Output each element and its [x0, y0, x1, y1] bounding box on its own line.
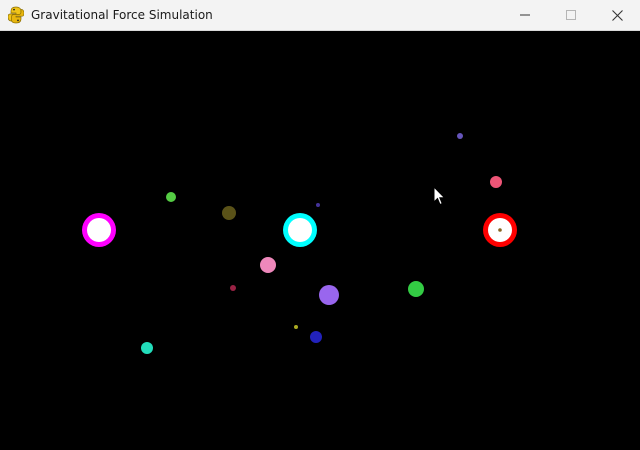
minimize-button[interactable] — [502, 0, 548, 30]
maximize-button[interactable] — [548, 0, 594, 30]
mouse-cursor-icon — [433, 186, 446, 206]
green-large-particle — [408, 281, 424, 297]
simulation-drawing — [82, 133, 517, 354]
close-icon — [611, 9, 623, 21]
cyan-ring-body-core — [288, 218, 312, 242]
green-particle — [166, 192, 176, 202]
violet-tiny-particle — [457, 133, 463, 139]
magenta-ring-body-core — [87, 218, 111, 242]
indigo-tiny-particle — [316, 203, 320, 207]
title-bar[interactable]: Gravitational Force Simulation — [0, 0, 640, 31]
pink-particle — [260, 257, 276, 273]
yellow-tiny-particle — [294, 325, 298, 329]
maximize-icon — [566, 10, 576, 20]
olive-particle — [222, 206, 236, 220]
app-window: Gravitational Force Simulation — [0, 0, 640, 450]
purple-particle — [319, 285, 339, 305]
close-button[interactable] — [594, 0, 640, 30]
rose-particle — [490, 176, 502, 188]
maroon-tiny-particle — [230, 285, 236, 291]
simulation-canvas[interactable] — [0, 31, 640, 450]
pygame-snake-icon — [7, 6, 25, 24]
window-title: Gravitational Force Simulation — [31, 8, 213, 22]
teal-particle — [141, 342, 153, 354]
minimize-icon — [520, 14, 530, 16]
brown-tiny-particle — [498, 228, 502, 232]
navy-particle — [310, 331, 322, 343]
